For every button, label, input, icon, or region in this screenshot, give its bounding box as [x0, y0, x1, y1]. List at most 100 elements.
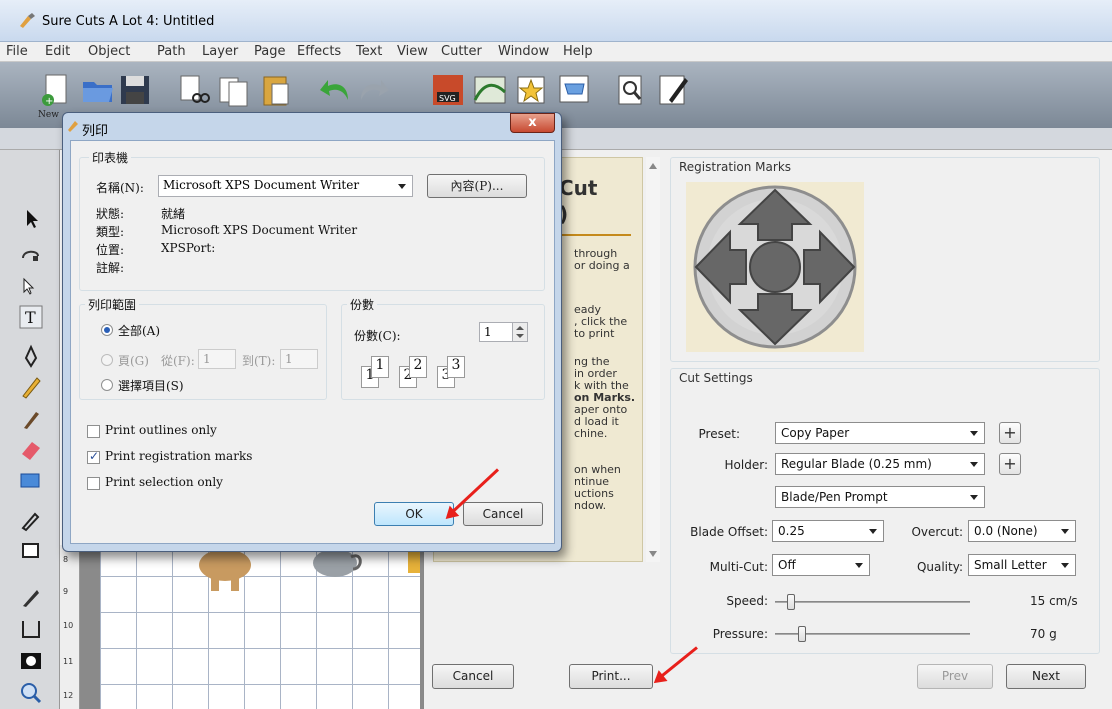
instructions-line: or doing a: [574, 259, 630, 272]
trace-image-icon[interactable]: [472, 72, 508, 108]
to-input[interactable]: 1: [280, 349, 318, 369]
redo-icon[interactable]: [355, 72, 391, 108]
menu-path[interactable]: Path: [157, 44, 186, 59]
print-dialog-title: 列印: [82, 124, 109, 139]
crop-tool-icon[interactable]: [18, 616, 44, 642]
menu-window[interactable]: Window: [498, 44, 549, 59]
from-input[interactable]: 1: [198, 349, 236, 369]
range-selection-radio[interactable]: [101, 379, 113, 391]
range-pages-radio[interactable]: [101, 354, 113, 366]
knife-tool-icon[interactable]: [18, 584, 44, 610]
type-value: Microsoft XPS Document Writer: [161, 223, 358, 237]
ruler-number: 12: [63, 691, 74, 700]
print-button[interactable]: Print...: [569, 664, 653, 689]
menu-effects[interactable]: Effects: [297, 44, 341, 59]
cut-icon[interactable]: [175, 72, 211, 108]
collate-page: 1: [371, 356, 389, 378]
overcut-dropdown[interactable]: 0.0 (None): [968, 520, 1076, 542]
scroll-down-icon[interactable]: [649, 551, 657, 557]
holder-dropdown[interactable]: Regular Blade (0.25 mm): [775, 453, 985, 475]
prev-button[interactable]: Prev: [917, 664, 993, 689]
menu-view[interactable]: View: [397, 44, 428, 59]
print-registration-marks-checkbox[interactable]: [87, 449, 100, 464]
printer-name-value: Microsoft XPS Document Writer: [163, 178, 360, 192]
rectangle-tool-icon[interactable]: [18, 468, 44, 494]
quality-dropdown[interactable]: Small Letter: [968, 554, 1076, 576]
registration-direction-pad[interactable]: [686, 182, 864, 352]
save-icon[interactable]: [117, 72, 153, 108]
print-outlines-checkbox[interactable]: [87, 425, 100, 438]
vertical-ruler: 8 9 10 11 12: [60, 545, 80, 709]
instructions-line: ndow.: [574, 499, 607, 512]
eraser-icon[interactable]: [18, 436, 44, 462]
paste-icon[interactable]: [258, 72, 294, 108]
weld-tool-icon[interactable]: [18, 648, 44, 674]
copies-spinner[interactable]: [512, 322, 528, 342]
open-folder-icon[interactable]: [80, 72, 116, 108]
text-tool-icon[interactable]: T: [18, 304, 44, 330]
menu-text[interactable]: Text: [356, 44, 382, 59]
speed-slider[interactable]: [775, 594, 970, 610]
blade-pen-prompt-value: Blade/Pen Prompt: [781, 490, 888, 504]
copy-icon[interactable]: [216, 72, 252, 108]
select-arrow-icon[interactable]: [18, 206, 44, 232]
cutting-mat-canvas[interactable]: [100, 540, 420, 709]
instructions-line: chine.: [574, 427, 608, 440]
dialog-cancel-button[interactable]: Cancel: [463, 502, 543, 526]
range-all-radio[interactable]: [101, 324, 113, 336]
blade-pen-prompt-dropdown[interactable]: Blade/Pen Prompt: [775, 486, 985, 508]
shapes-icon[interactable]: [513, 72, 549, 108]
add-preset-button[interactable]: +: [999, 422, 1021, 444]
pencil-icon[interactable]: [18, 374, 44, 400]
chevron-down-icon: [398, 184, 406, 189]
tool-palette: T: [0, 150, 60, 709]
menu-object[interactable]: Object: [88, 44, 130, 59]
square-tool-icon[interactable]: [18, 538, 44, 564]
registration-marks-title: Registration Marks: [677, 160, 794, 174]
pressure-value: 70 g: [1030, 627, 1057, 641]
status-label: 狀態:: [96, 207, 125, 221]
speed-slider-thumb[interactable]: [786, 594, 795, 610]
menu-cutter[interactable]: Cutter: [441, 44, 482, 59]
eyedropper-icon[interactable]: [18, 506, 44, 532]
blade-offset-dropdown[interactable]: 0.25: [772, 520, 884, 542]
menu-page[interactable]: Page: [254, 44, 285, 59]
cut-with-pen-icon[interactable]: [655, 72, 691, 108]
wizard-cancel-button[interactable]: Cancel: [432, 664, 514, 689]
collate-set: 2 2: [399, 356, 433, 390]
import-svg-icon[interactable]: SVG: [430, 72, 466, 108]
spinner-arrows-icon[interactable]: [513, 323, 527, 341]
add-holder-button[interactable]: +: [999, 453, 1021, 475]
print-outlines-label: Print outlines only: [105, 423, 217, 437]
printer-name-dropdown[interactable]: Microsoft XPS Document Writer: [158, 175, 413, 197]
cat-drawing-icon[interactable]: [195, 545, 255, 595]
print-preview-icon[interactable]: [612, 72, 648, 108]
undo-icon[interactable]: [318, 72, 354, 108]
next-button[interactable]: Next: [1006, 664, 1086, 689]
multi-cut-dropdown[interactable]: Off: [772, 554, 870, 576]
print-selection-checkbox[interactable]: [87, 477, 100, 490]
close-icon: x: [528, 115, 537, 130]
menu-edit[interactable]: Edit: [45, 44, 70, 59]
pressure-slider-thumb[interactable]: [798, 626, 807, 642]
heading-underline: [559, 234, 631, 236]
cart-icon[interactable]: [556, 72, 592, 108]
instructions-scrollbar[interactable]: [646, 157, 660, 562]
print-range-title: 列印範圍: [85, 296, 140, 313]
range-all-label: 全部(A): [118, 324, 161, 338]
pen-tool-icon[interactable]: [18, 344, 44, 370]
node-select-icon[interactable]: [18, 274, 44, 300]
node-edit-icon[interactable]: [18, 242, 44, 268]
new-document-icon[interactable]: +: [38, 72, 74, 108]
collate-page: 2: [409, 356, 427, 378]
properties-button[interactable]: 內容(P)...: [427, 174, 527, 198]
menu-file[interactable]: File: [6, 44, 28, 59]
scroll-up-icon[interactable]: [649, 163, 657, 169]
preset-dropdown[interactable]: Copy Paper: [775, 422, 985, 444]
menu-help[interactable]: Help: [563, 44, 593, 59]
menu-layer[interactable]: Layer: [202, 44, 238, 59]
zoom-icon[interactable]: [18, 680, 44, 706]
pressure-slider[interactable]: [775, 626, 970, 642]
brush-icon[interactable]: [18, 406, 44, 432]
close-button[interactable]: x: [510, 113, 555, 133]
